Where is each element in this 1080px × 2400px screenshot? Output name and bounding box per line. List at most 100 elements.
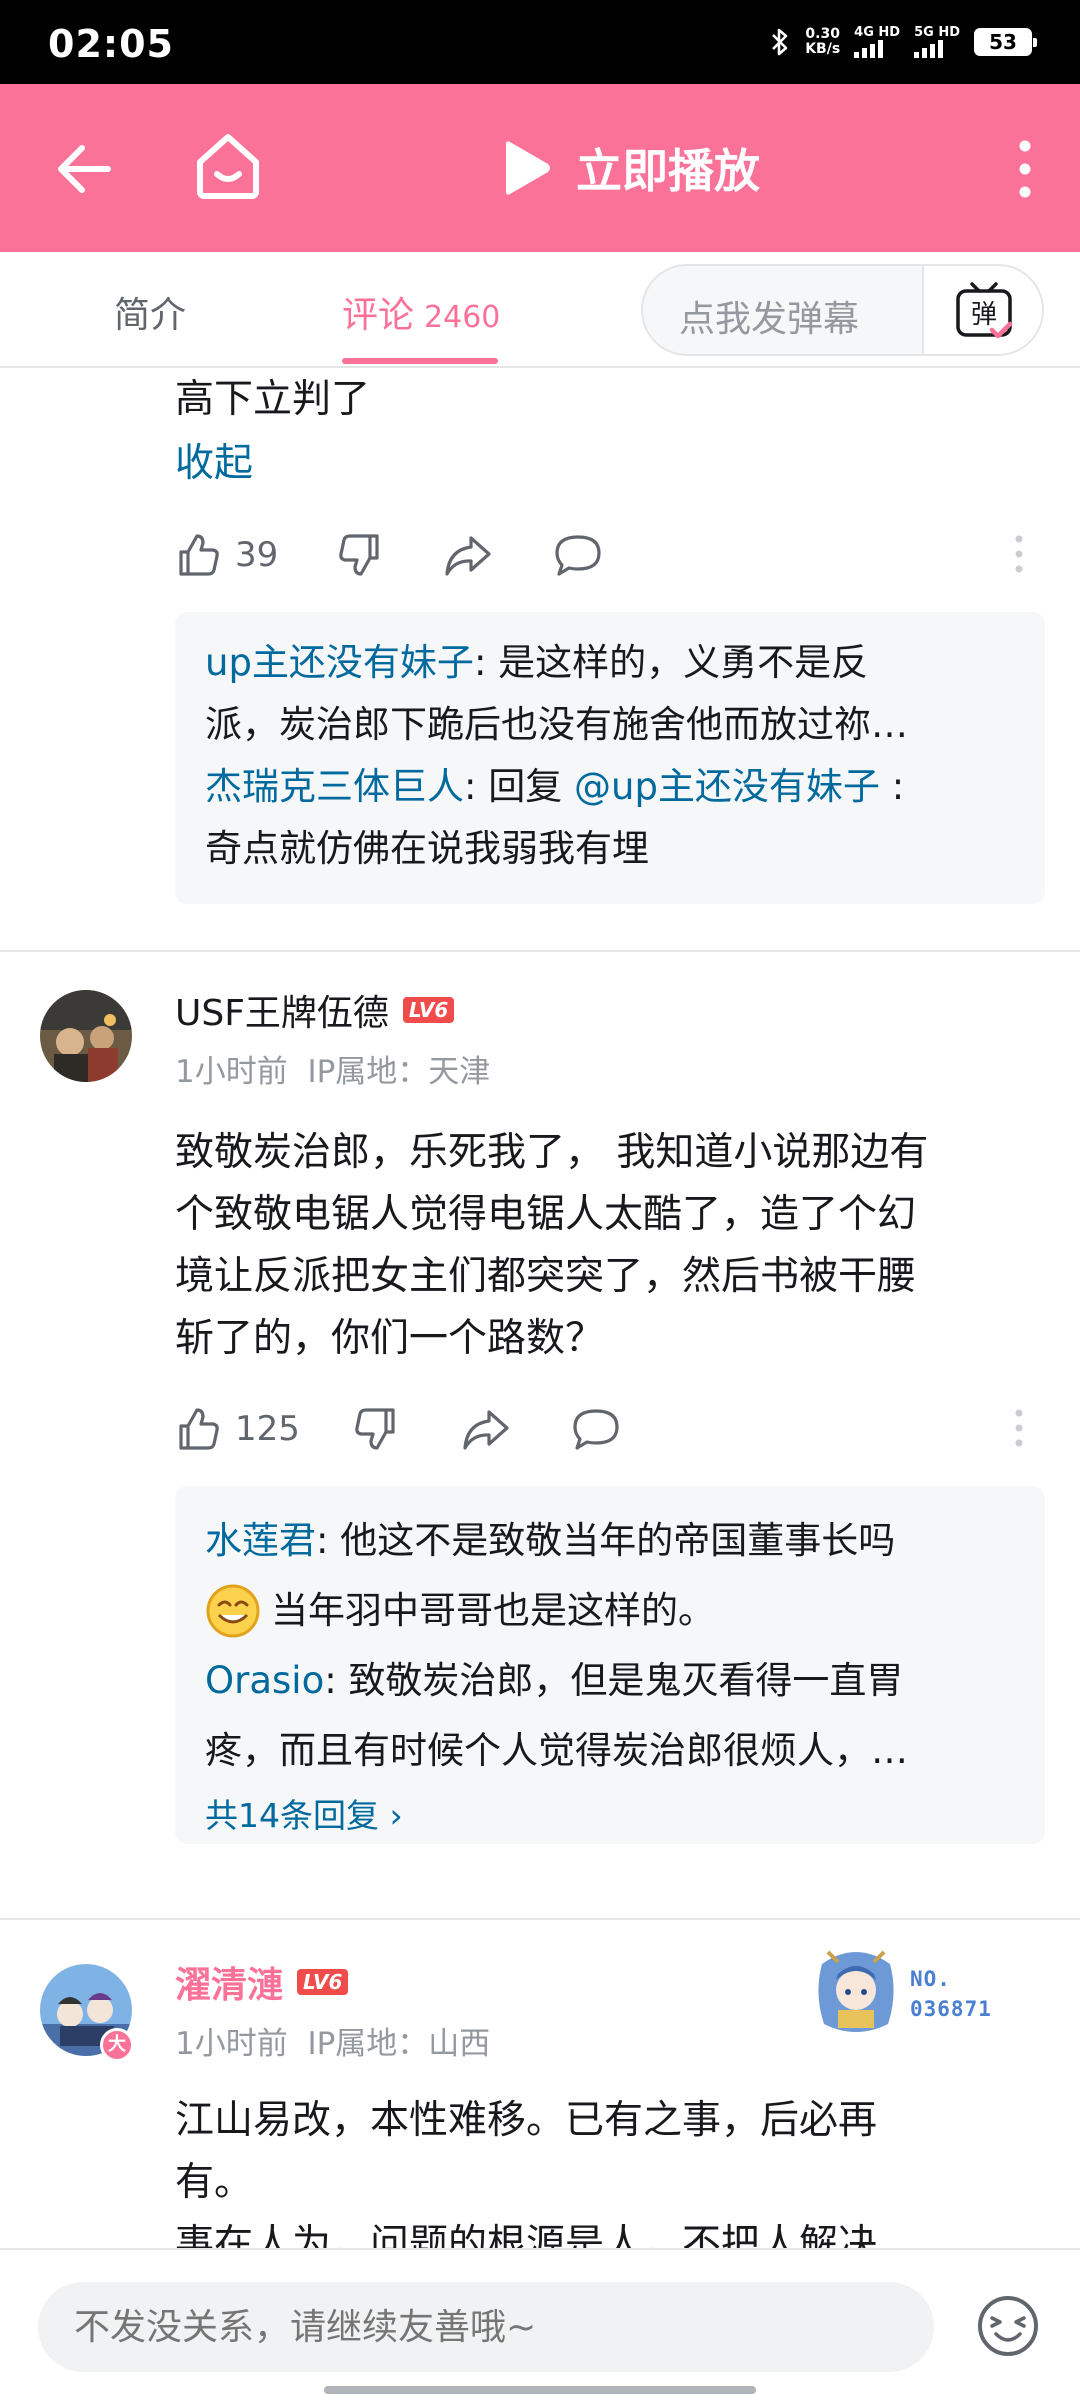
danmaku-placeholder: 点我发弹幕 bbox=[679, 299, 860, 340]
reply-text-line: 奇点就仿佛在说我弱我有埋 bbox=[205, 827, 649, 870]
thumbs-up-icon bbox=[179, 534, 219, 576]
reply-item: Orasio: 致敬炭治郎，但是鬼灭看得一直胃 bbox=[205, 1659, 904, 1702]
reply-button[interactable] bbox=[553, 532, 603, 578]
signal-bars-icon bbox=[854, 40, 884, 58]
chat-bubble-icon bbox=[573, 1409, 619, 1450]
comment-list[interactable]: 高下立判了 收起 39 up主还没有妹子: 是这样的，义勇不是反 派，炭治郎下跪… bbox=[0, 370, 1080, 2248]
comment-input[interactable] bbox=[38, 2282, 934, 2372]
net-speed: 0.30 KB/s bbox=[805, 26, 841, 57]
comment-time: 1小时前 bbox=[175, 2026, 288, 2062]
mention-link[interactable]: @up主还没有妹子 bbox=[574, 765, 880, 808]
comment-actions: 39 bbox=[175, 524, 1045, 584]
thumbs-down-icon bbox=[355, 1408, 395, 1450]
smile-emoji-icon bbox=[206, 1584, 260, 1638]
reply-item: 水莲君: 他这不是致敬当年的帝国董事长吗 bbox=[205, 1519, 896, 1562]
more-vertical-icon bbox=[1019, 140, 1031, 198]
reply-text-line: 当年羽中哥哥也是这样的。 bbox=[205, 1576, 1015, 1646]
svg-text:弹: 弹 bbox=[971, 300, 997, 330]
comment-text: 高下立判了 bbox=[175, 377, 371, 422]
danmaku-input[interactable]: 点我发弹幕 弹 bbox=[641, 264, 1044, 356]
divider bbox=[0, 950, 1080, 952]
home-indicator[interactable] bbox=[324, 2386, 756, 2394]
chat-bubble-icon bbox=[555, 535, 601, 576]
like-button[interactable]: 125 bbox=[175, 1406, 300, 1452]
like-button[interactable]: 39 bbox=[175, 532, 278, 578]
play-now-label: 立即播放 bbox=[576, 144, 760, 198]
back-button[interactable] bbox=[50, 134, 120, 204]
vip-badge-icon: 大 bbox=[100, 2028, 134, 2062]
reply-username[interactable]: Orasio bbox=[205, 1659, 324, 1702]
comment-text: 江山易改，本性难移。已有之事，后必再 有。 事在人为，问题的根源是人，不把人解决 bbox=[175, 2098, 878, 2248]
dislike-button[interactable] bbox=[337, 532, 383, 578]
signal-4g: 4G HD bbox=[854, 26, 900, 58]
like-count: 125 bbox=[235, 1409, 300, 1449]
danmaku-toggle-button[interactable]: 弹 bbox=[922, 266, 1042, 354]
active-tab-indicator bbox=[342, 358, 498, 364]
share-icon bbox=[463, 1410, 509, 1450]
divider bbox=[0, 1918, 1080, 1920]
play-icon bbox=[506, 141, 550, 195]
bluetooth-icon bbox=[772, 28, 788, 56]
reply-text: 致敬炭治郎，但是鬼灭看得一直胃 bbox=[348, 1659, 904, 1702]
thumbs-down-icon bbox=[339, 534, 379, 576]
level-badge: LV6 bbox=[402, 997, 455, 1023]
comment-time: 1小时前 bbox=[175, 1054, 288, 1090]
comment-more-button[interactable] bbox=[1013, 1408, 1025, 1452]
username[interactable]: 濯清漣 bbox=[175, 1956, 283, 2008]
tab-comments[interactable]: 评论 2460 bbox=[342, 286, 500, 338]
reply-text-line: 疼，而且有时候个人觉得炭治郎很烦人，… bbox=[205, 1729, 908, 1772]
reply-item: 杰瑞克三体巨人: 回复 @up主还没有妹子 : bbox=[205, 765, 905, 808]
reply-preview-box[interactable]: up主还没有妹子: 是这样的，义勇不是反 派，炭治郎下跪后也没有施舍他而放过祢…… bbox=[175, 612, 1045, 904]
ip-location: IP属地：天津 bbox=[307, 1054, 491, 1090]
tabs-row: 简介 评论 2460 点我发弹幕 弹 bbox=[0, 252, 1080, 368]
tab-comments-label: 评论 bbox=[342, 295, 415, 336]
user-avatar-image bbox=[40, 990, 132, 1082]
play-now-button[interactable]: 立即播放 bbox=[498, 128, 760, 208]
comment-count: 2460 bbox=[424, 300, 501, 335]
danmaku-tv-icon: 弹 bbox=[956, 282, 1013, 339]
collapse-link[interactable]: 收起 bbox=[175, 434, 1045, 494]
more-vertical-icon bbox=[1015, 535, 1023, 573]
reply-username[interactable]: up主还没有妹子 bbox=[205, 641, 474, 684]
reply-text: 他这不是致敬当年的帝国董事长吗 bbox=[340, 1519, 896, 1562]
username[interactable]: USF王牌伍德 bbox=[175, 984, 389, 1036]
more-menu-button[interactable] bbox=[1010, 134, 1040, 204]
comment-more-button[interactable] bbox=[1013, 534, 1025, 578]
bottom-comment-bar bbox=[0, 2248, 1080, 2400]
level-badge: LV6 bbox=[297, 1969, 349, 1995]
view-all-replies-link[interactable]: 共14条回复 › bbox=[205, 1786, 1015, 1846]
username-row: 濯清漣 LV6 bbox=[175, 1956, 349, 2008]
reply-button[interactable] bbox=[571, 1406, 621, 1452]
status-time: 02:05 bbox=[48, 22, 174, 66]
home-button[interactable] bbox=[190, 128, 266, 204]
ip-location: IP属地：山西 bbox=[307, 2026, 491, 2062]
reply-username[interactable]: 水莲君 bbox=[205, 1519, 316, 1562]
username-row: USF王牌伍德 LV6 bbox=[175, 984, 455, 1036]
signal-5g: 5G HD bbox=[914, 26, 960, 58]
battery-icon: 53 bbox=[974, 28, 1037, 56]
tab-intro[interactable]: 简介 bbox=[114, 286, 186, 338]
reply-username[interactable]: 杰瑞克三体巨人 bbox=[205, 765, 464, 808]
share-button[interactable] bbox=[461, 1406, 511, 1452]
fan-badge-card[interactable]: NO. 036871 bbox=[808, 1944, 1018, 2044]
status-bar: 02:05 0.30 KB/s 4G HD 5G HD 53 bbox=[0, 0, 1080, 84]
reply-preview-box[interactable]: 水莲君: 他这不是致敬当年的帝国董事长吗 当年羽中哥哥也是这样的。 Orasio… bbox=[175, 1486, 1045, 1844]
dislike-button[interactable] bbox=[353, 1406, 399, 1452]
comment-meta: 1小时前 IP属地：天津 bbox=[175, 1046, 490, 1091]
comment-actions: 125 bbox=[175, 1398, 1045, 1458]
avatar[interactable] bbox=[40, 990, 132, 1082]
thumbs-up-icon bbox=[179, 1408, 219, 1450]
fan-number: NO. 036871 bbox=[910, 1967, 992, 2021]
avatar[interactable]: 大 bbox=[40, 1964, 134, 2062]
top-navigation-bar: 立即播放 bbox=[0, 84, 1080, 252]
anime-character-icon bbox=[818, 1950, 894, 2032]
signal-bars-icon bbox=[914, 40, 944, 58]
emoji-face-icon bbox=[978, 2296, 1038, 2356]
comment-text: 致敬炭治郎，乐死我了， 我知道小说那边有 个致敬电锯人觉得电锯人太酷了，造了个幻… bbox=[175, 1130, 929, 1361]
comment-meta: 1小时前 IP属地：山西 bbox=[175, 2018, 490, 2063]
reply-item: up主还没有妹子: 是这样的，义勇不是反 bbox=[205, 641, 869, 684]
share-button[interactable] bbox=[443, 532, 493, 578]
emoji-button[interactable] bbox=[976, 2294, 1040, 2358]
reply-text: 是这样的，义勇不是反 bbox=[498, 641, 869, 684]
reply-text-line: 派，炭治郎下跪后也没有施舍他而放过祢… bbox=[205, 703, 908, 746]
